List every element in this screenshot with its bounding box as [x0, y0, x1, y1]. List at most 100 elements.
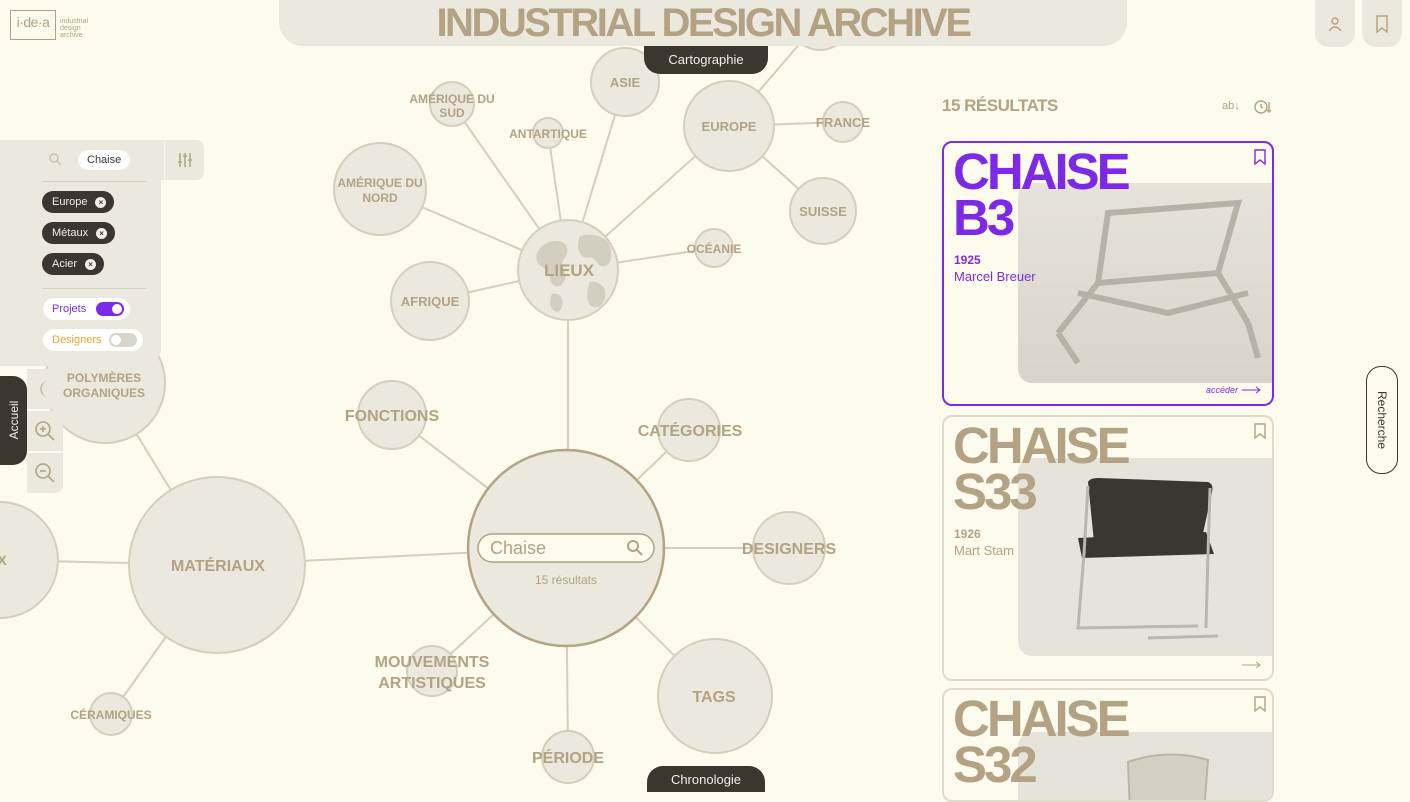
- logo-mark: i·de·a: [10, 10, 56, 40]
- filter-search-chip[interactable]: Chaise: [78, 150, 131, 170]
- toggle-designers[interactable]: Designers: [43, 329, 143, 351]
- sort-alpha-label: ab: [1222, 100, 1235, 112]
- map-label-antartique: ANTARTIQUE: [509, 127, 587, 141]
- zoom-out-button[interactable]: [27, 453, 63, 493]
- arrow-right-icon: [1242, 386, 1261, 394]
- map-label-amerique-nord-2: NORD: [362, 191, 398, 205]
- map-label-amerique-nord-1: AMÉRIQUE DU: [337, 175, 422, 190]
- page-title: INDUSTRIAL DESIGN ARCHIVE: [436, 1, 972, 45]
- toggle-knob: [111, 335, 121, 345]
- card-designer: Marcel Breuer: [954, 269, 1036, 284]
- map-label-afrique: AFRIQUE: [401, 294, 460, 309]
- sliders-icon: [178, 153, 192, 167]
- result-card[interactable]: CHAISE B3 1925 Marcel Breuer accéder: [942, 141, 1274, 406]
- logo-subtitle-3: archive: [60, 32, 83, 39]
- filter-chip-label: Europe: [52, 196, 88, 208]
- bookmark-icon[interactable]: [1254, 696, 1266, 712]
- map-label-mouvements-2: ARTISTIQUES: [378, 675, 486, 692]
- sort-alpha-button[interactable]: ab↓: [1222, 100, 1240, 112]
- map-label-lieux: LIEUX: [544, 261, 595, 280]
- accueil-label: Accueil: [7, 400, 21, 440]
- map-label-europe: EUROPE: [702, 119, 757, 134]
- map-label-suisse: SUISSE: [799, 204, 847, 219]
- recherche-tab[interactable]: Recherche: [1366, 366, 1398, 474]
- bookmark-icon: [1376, 14, 1388, 33]
- logo[interactable]: i·de·a industrial design archive: [10, 10, 94, 42]
- card-title-line2: B3: [953, 189, 1015, 246]
- user-button[interactable]: [1315, 0, 1355, 47]
- results-count: 15 RÉSULTATS: [942, 96, 1058, 115]
- cartography-map[interactable]: AMÉRIQUE DU SUD ANTARTIQUE ASIE EUROPE F…: [0, 0, 900, 792]
- logo-subtitle-2: design: [60, 25, 81, 32]
- card-access-label: accéder: [1205, 385, 1238, 395]
- result-card[interactable]: CHAISE S32: [942, 688, 1274, 802]
- map-label-tags: TAGS: [692, 689, 736, 706]
- map-label-asie: ASIE: [610, 75, 641, 90]
- theme-toggle-button[interactable]: [27, 369, 63, 409]
- map-label-ceramiques: CÉRAMIQUES: [70, 707, 151, 722]
- map-label-mouvements-1: MOUVEMENTS: [375, 654, 490, 671]
- remove-chip-icon[interactable]: ×: [96, 227, 108, 239]
- result-card[interactable]: CHAISE S33 1926 Mart Stam: [942, 415, 1274, 681]
- filter-chip-label: Métaux: [52, 227, 89, 239]
- sort-chrono-icon[interactable]: [1253, 98, 1271, 116]
- toggle-projets-switch[interactable]: [96, 302, 124, 316]
- map-label-polymeres-2: ORGANIQUES: [63, 386, 145, 400]
- bookmark-icon[interactable]: [1254, 149, 1266, 165]
- filter-settings-button[interactable]: [164, 140, 205, 180]
- check-icon: [112, 304, 122, 314]
- user-icon: [1328, 16, 1342, 31]
- map-label-cut-left: X: [0, 552, 7, 568]
- toggle-projets[interactable]: Projets: [43, 298, 130, 320]
- card-access-link[interactable]: [1242, 661, 1262, 669]
- card-access-link[interactable]: accéder: [1206, 385, 1262, 395]
- map-label-amerique-sud-1: AMÉRIQUE DU: [409, 91, 494, 106]
- map-label-polymeres-1: POLYMÈRES: [67, 370, 141, 385]
- bookmarks-button[interactable]: [1362, 0, 1402, 47]
- recherche-label: Recherche: [1375, 390, 1389, 450]
- filter-chip-acier[interactable]: Acier ×: [42, 253, 105, 275]
- zoom-in-button[interactable]: [27, 411, 63, 451]
- card-designer: Mart Stam: [954, 543, 1014, 558]
- toggle-designers-switch[interactable]: [109, 333, 137, 347]
- card-year: 1925: [954, 253, 981, 267]
- map-search-value: Chaise: [490, 538, 546, 558]
- map-results-count: 15 résultats: [535, 573, 597, 587]
- filter-divider: [42, 288, 146, 289]
- map-label-fonctions: FONCTIONS: [345, 408, 440, 425]
- filter-chip-europe[interactable]: Europe ×: [42, 191, 115, 213]
- tab-chronologie[interactable]: Chronologie: [647, 766, 765, 792]
- logo-subtitle-1: industrial: [60, 18, 89, 25]
- sort-arrow-icon: ↓: [1234, 100, 1240, 112]
- card-title: CHAISE S33: [953, 420, 1131, 517]
- bookmark-icon[interactable]: [1254, 423, 1266, 439]
- map-label-materiaux: MATÉRIAUX: [171, 556, 265, 575]
- card-title-line2: S32: [953, 736, 1038, 793]
- header-title-bar: INDUSTRIAL DESIGN ARCHIVE: [279, 0, 1127, 46]
- card-title: CHAISE B3: [953, 146, 1131, 243]
- map-label-designers: DESIGNERS: [742, 541, 837, 558]
- tab-cartographie[interactable]: Cartographie: [644, 46, 768, 74]
- map-label-amerique-sud-2: SUD: [439, 106, 465, 120]
- card-title-line2: S33: [953, 463, 1038, 520]
- filter-chip-label: Acier: [52, 258, 78, 270]
- map-node-cut-left[interactable]: [0, 501, 59, 619]
- remove-chip-icon[interactable]: ×: [85, 258, 97, 270]
- map-label-periode: PÉRIODE: [532, 748, 604, 767]
- filter-divider: [42, 181, 146, 182]
- toggle-projets-label: Projets: [52, 303, 87, 315]
- zoom-out-icon: [35, 463, 55, 483]
- accueil-tab[interactable]: Accueil: [0, 376, 27, 465]
- zoom-in-icon: [35, 421, 55, 441]
- moon-icon: [40, 381, 48, 397]
- card-title: CHAISE S32: [953, 693, 1131, 790]
- filter-search-icon[interactable]: [48, 152, 62, 166]
- map-label-france: FRANCE: [816, 115, 870, 130]
- arrow-right-icon: [1242, 661, 1261, 669]
- toggle-designers-label: Designers: [52, 334, 102, 346]
- map-label-categories: CATÉGORIES: [638, 421, 743, 440]
- remove-chip-icon[interactable]: ×: [95, 196, 107, 208]
- filter-chip-metaux[interactable]: Métaux ×: [42, 222, 116, 244]
- card-year: 1926: [954, 527, 981, 541]
- map-label-oceanie: OCÉANIE: [687, 241, 742, 256]
